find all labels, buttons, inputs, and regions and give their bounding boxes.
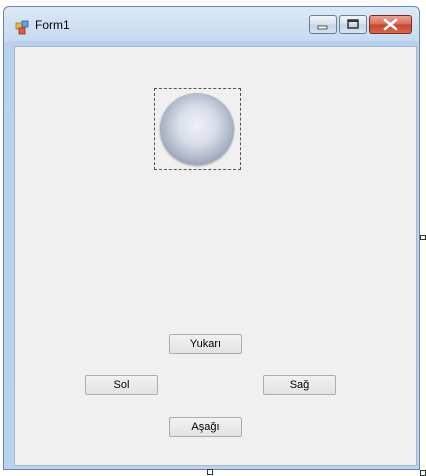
resize-handle-right[interactable] — [420, 235, 426, 240]
minimize-button[interactable] — [309, 15, 337, 34]
down-button[interactable]: Aşağı — [169, 417, 242, 437]
maximize-icon — [340, 18, 366, 37]
caption-buttons — [309, 15, 412, 34]
sphere-image — [160, 93, 234, 165]
maximize-button[interactable] — [339, 15, 367, 34]
close-icon — [370, 18, 411, 37]
window-title: Form1 — [35, 18, 70, 32]
form-window[interactable]: Form1 — [3, 6, 420, 470]
resize-handle-corner[interactable] — [420, 470, 426, 476]
resize-handle-bottom[interactable] — [207, 469, 213, 475]
left-button[interactable]: Sol — [85, 375, 158, 395]
minimize-icon — [310, 18, 336, 37]
right-button[interactable]: Sağ — [263, 375, 336, 395]
picturebox[interactable] — [154, 88, 241, 170]
designer-surface: Form1 Yukarı Sol Sağ Aşağı — [0, 0, 426, 476]
close-button[interactable] — [369, 15, 412, 34]
up-button[interactable]: Yukarı — [169, 334, 242, 354]
form-icon — [15, 19, 31, 35]
